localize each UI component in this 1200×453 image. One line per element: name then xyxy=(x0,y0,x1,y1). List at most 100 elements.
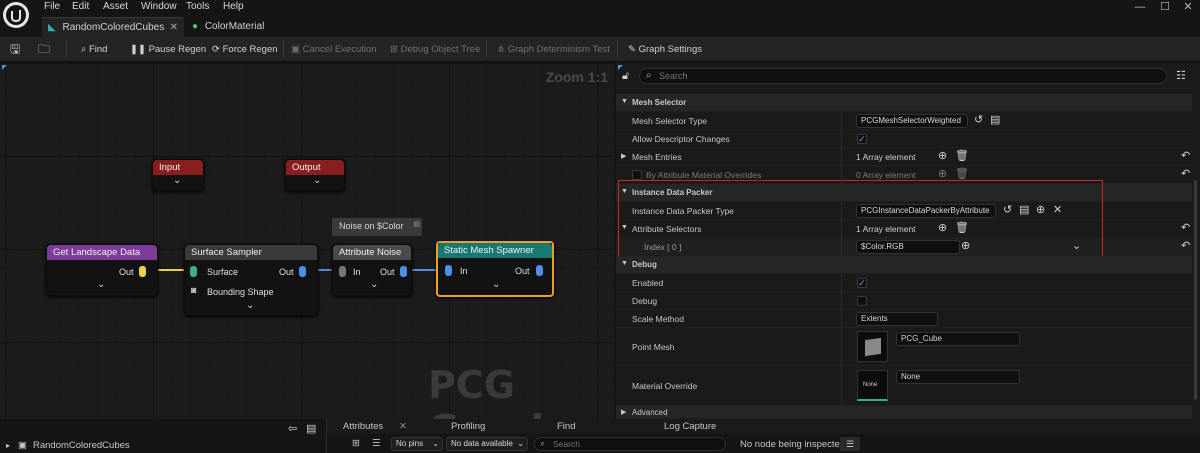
pins-filter-dropdown[interactable]: No pins ⌄ xyxy=(391,437,443,451)
reset-icon[interactable]: ↶ xyxy=(1181,169,1190,180)
reset-icon[interactable]: ↶ xyxy=(1181,223,1190,234)
bottom-search-input[interactable]: ⌕ Search xyxy=(534,437,726,451)
minimize-icon[interactable]: — xyxy=(1130,0,1150,15)
chevron-down-icon[interactable]: ⌄ xyxy=(246,300,254,311)
mesh-selector-type-dropdown[interactable]: PCGMeshSelectorWeighted xyxy=(856,114,968,128)
add-element-icon[interactable]: ⊕ xyxy=(938,169,947,180)
tab-random-colored-cubes[interactable]: ◣ RandomColoredCubes ✕ xyxy=(42,17,184,37)
node-input[interactable]: Input ⌄ xyxy=(152,159,204,191)
menu-icon[interactable]: ☰ xyxy=(840,437,860,451)
tree-expand-icon[interactable]: ▸ xyxy=(6,441,10,450)
view-options-icon[interactable]: ☷ xyxy=(1176,71,1186,82)
in-pin-icon[interactable] xyxy=(339,266,346,277)
enabled-checkbox[interactable]: ✓ xyxy=(857,278,867,288)
node-output[interactable]: Output ⌄ xyxy=(285,159,345,191)
trash-icon[interactable]: 🗑︎ xyxy=(955,151,969,162)
cube-icon xyxy=(865,337,881,357)
tree-root-label[interactable]: RandomColoredCubes xyxy=(33,440,130,451)
chevron-down-icon[interactable]: ⌄ xyxy=(97,279,105,290)
maximize-icon[interactable]: ☐ xyxy=(1155,0,1175,15)
tab-profiling[interactable]: Profiling xyxy=(451,421,485,432)
node-surface-sampler[interactable]: Surface Sampler Surface Out ◙ Bounding S… xyxy=(184,244,318,316)
prop-enabled: Enabled ✓ xyxy=(616,274,1192,292)
node-get-landscape-data[interactable]: Get Landscape Data Out ⌄ xyxy=(46,244,158,296)
trash-icon[interactable]: 🗑︎ xyxy=(955,169,969,180)
menu-edit[interactable]: Edit xyxy=(72,1,89,12)
pin-comment-icon[interactable]: ▤ xyxy=(413,220,420,228)
settings-icon: ✎ xyxy=(628,44,636,55)
details-search-input[interactable]: ⌕ Search xyxy=(639,68,1167,84)
browse-icon[interactable]: ▤ xyxy=(990,115,1000,126)
point-mesh-dropdown[interactable]: PCG_Cube xyxy=(896,332,1020,346)
close-window-icon[interactable]: ✕ xyxy=(1178,0,1198,15)
find-button[interactable]: ⌕ Find xyxy=(81,41,107,58)
prop-label: Mesh Entries xyxy=(632,152,682,162)
graph-watermark: PCG Graph xyxy=(428,363,558,419)
menu-window[interactable]: Window xyxy=(141,1,177,12)
add-element-icon[interactable]: ⊕ xyxy=(938,151,947,162)
lock-icon[interactable]: 🔓︎ xyxy=(622,71,629,82)
graph-settings-button[interactable]: ✎ Graph Settings xyxy=(628,41,702,58)
prop-value: 1 Array element xyxy=(856,152,916,162)
menu-file[interactable]: File xyxy=(44,1,60,12)
debug-checkbox[interactable] xyxy=(857,296,867,306)
graph-canvas[interactable]: Zoom 1:1 PCG Graph Input ⌄ Output ⌄ Nois… xyxy=(0,63,614,419)
combo-value: PCGMeshSelectorWeighted xyxy=(861,116,961,125)
tab-log-capture[interactable]: Log Capture xyxy=(664,421,716,432)
tab-attributes[interactable]: Attributes xyxy=(343,421,383,432)
point-mesh-thumbnail[interactable] xyxy=(857,331,888,362)
filter-icon[interactable]: ☰ xyxy=(372,438,381,449)
close-tab-icon[interactable]: ✕ xyxy=(399,421,407,432)
tab-color-material[interactable]: ● ColorMaterial xyxy=(186,17,296,37)
allow-descriptor-changes-checkbox[interactable]: ✓ xyxy=(857,134,867,144)
tree-view-icon[interactable]: ⊞ xyxy=(352,438,360,449)
menu-tools[interactable]: Tools xyxy=(186,1,209,12)
tab-find[interactable]: Find xyxy=(557,421,575,432)
material-thumbnail[interactable]: None xyxy=(857,370,888,401)
close-tab-icon[interactable]: ✕ xyxy=(170,18,178,38)
reset-icon[interactable]: ↶ xyxy=(1181,241,1190,252)
out-pin-icon[interactable] xyxy=(536,265,543,276)
reset-arrow-icon[interactable]: ↺ xyxy=(974,115,983,126)
force-regen-button[interactable]: ⟳ Force Regen xyxy=(212,41,278,58)
category-mesh-selector[interactable]: ▼ Mesh Selector xyxy=(616,94,1192,112)
node-attribute-noise[interactable]: Attribute Noise In Out ⌄ xyxy=(332,244,412,296)
node-comment-bubble[interactable]: Noise on $Color ▤ xyxy=(332,218,422,236)
bounding-shape-pin-icon[interactable]: ◙ xyxy=(191,285,196,295)
chevron-down-icon[interactable]: ⌄ xyxy=(370,279,378,290)
menu-help[interactable]: Help xyxy=(223,1,244,12)
out-pin-icon[interactable] xyxy=(139,266,146,277)
binoculars-icon: ⌕ xyxy=(81,44,87,55)
expand-arrow-icon[interactable]: ▶ xyxy=(621,152,626,160)
column-divider xyxy=(841,112,842,184)
out-pin-icon[interactable] xyxy=(400,266,407,277)
cancel-execution-button[interactable]: ▣ Cancel Execution xyxy=(291,41,377,58)
save-icon[interactable]: 🖫 xyxy=(10,41,20,58)
graph-determinism-test-button[interactable]: ⋔ Graph Determinism Test xyxy=(497,41,610,58)
out-pin-icon[interactable] xyxy=(299,266,306,277)
toolbar-divider xyxy=(486,40,487,58)
chevron-down-icon[interactable]: ⌄ xyxy=(492,279,500,290)
reset-icon[interactable]: ↶ xyxy=(1181,151,1190,162)
chevron-down-icon[interactable]: ⌄ xyxy=(173,175,181,186)
overrides-checkbox[interactable] xyxy=(632,170,642,180)
pause-regen-button[interactable]: ❚❚ Pause Regen xyxy=(130,41,206,58)
node-static-mesh-spawner[interactable]: Static Mesh Spawner In Out ⌄ xyxy=(436,241,554,297)
details-scrollbar[interactable] xyxy=(1194,180,1197,400)
back-icon[interactable]: ⇦ xyxy=(288,424,297,435)
menu-asset[interactable]: Asset xyxy=(103,1,128,12)
toolbar-divider xyxy=(66,40,67,58)
folder-icon[interactable]: ▤ xyxy=(306,424,316,435)
debug-object-tree-button[interactable]: ⊞ Debug Object Tree xyxy=(390,41,480,58)
category-advanced[interactable]: ▶ Advanced xyxy=(616,406,1192,419)
category-debug[interactable]: ▼ Debug xyxy=(616,256,1192,274)
unreal-logo-icon[interactable] xyxy=(3,2,29,28)
prop-label: Mesh Selector Type xyxy=(632,116,707,126)
material-override-dropdown[interactable]: None xyxy=(896,370,1020,384)
scale-method-dropdown[interactable]: Extents xyxy=(856,312,938,326)
browse-asset-icon[interactable]: 🗀 xyxy=(38,41,50,58)
data-filter-dropdown[interactable]: No data available ⌄ xyxy=(446,437,528,451)
surface-pin-icon[interactable] xyxy=(190,266,197,277)
in-pin-icon[interactable] xyxy=(445,265,452,276)
chevron-down-icon[interactable]: ⌄ xyxy=(313,175,321,186)
